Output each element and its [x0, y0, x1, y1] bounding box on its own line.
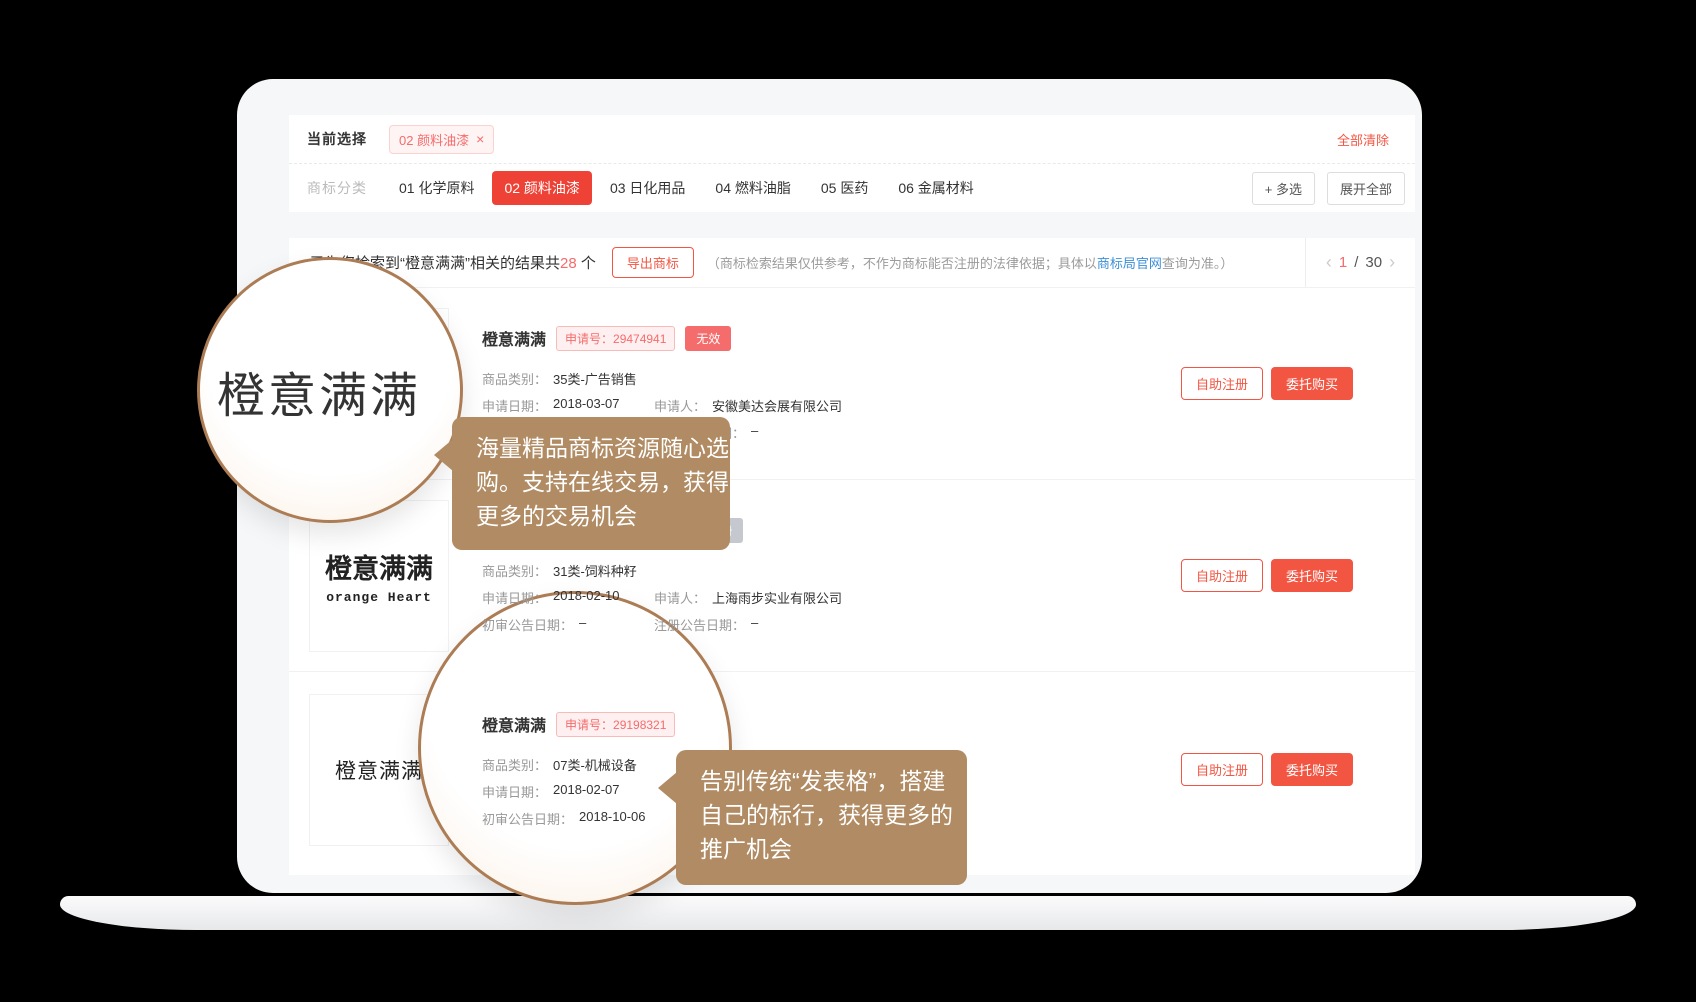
apply-date-value: 2018-03-07 — [553, 396, 620, 415]
applicant-label: 申请人： — [654, 396, 706, 415]
stage: 当前选择 02 颜料油漆 × 全部清除 商标分类 01 化学原料 02 颜料油漆… — [0, 0, 1696, 1002]
application-number-pill: 申请号：29474941 — [556, 326, 675, 351]
results-summary: 已为您检索到“橙意满满”相关的结果共28 个 导出商标 （商标检索结果仅供参考，… — [289, 238, 1305, 287]
category-item-02-active[interactable]: 02 颜料油漆 — [492, 171, 591, 205]
category-label: 商标分类 — [307, 178, 367, 198]
first-notice-label: 初审公告日期： — [482, 809, 573, 828]
tooltip-promotion: 告别传统“发表格”，搭建 自己的标行，获得更多的 推广机会 — [676, 750, 967, 885]
trademark-office-link[interactable]: 商标局官网 — [1097, 256, 1162, 271]
status-badge: 无效 — [685, 326, 731, 351]
reg-notice-value: – — [751, 423, 758, 442]
category-field-value: 07类-机械设备 — [553, 755, 637, 774]
prev-page-icon[interactable]: ‹ — [1326, 252, 1332, 273]
applicant-label: 申请人： — [654, 588, 706, 607]
tooltip-line: 更多的交易机会 — [476, 499, 730, 533]
apply-date-value: 2018-02-10 — [553, 588, 620, 607]
tooltip-marketplace: 海量精品商标资源随心选 购。支持在线交易，获得 更多的交易机会 — [452, 417, 730, 550]
tooltip-line: 推广机会 — [700, 832, 967, 866]
first-notice-value: – — [579, 615, 586, 634]
application-number-pill: 申请号：29198321 — [556, 712, 675, 737]
self-register-button[interactable]: 自助注册 — [1181, 367, 1263, 400]
tooltip-line: 海量精品商标资源随心选 — [476, 431, 730, 465]
category-field-label: 商品类别： — [482, 561, 547, 580]
entrust-buy-button[interactable]: 委托购买 — [1271, 753, 1353, 786]
filter-card: 当前选择 02 颜料油漆 × 全部清除 商标分类 01 化学原料 02 颜料油漆… — [289, 115, 1415, 212]
page-separator: / — [1354, 254, 1358, 271]
current-page: 1 — [1339, 254, 1347, 271]
category-row: 商标分类 01 化学原料 02 颜料油漆 03 日化用品 04 燃料油脂 05 … — [289, 164, 1415, 212]
apply-date-label: 申请日期： — [482, 396, 547, 415]
laptop-base — [60, 896, 1636, 930]
row-actions: 自助注册 委托购买 — [1181, 367, 1353, 400]
entrust-buy-button[interactable]: 委托购买 — [1271, 559, 1353, 592]
category-field-label: 商品类别： — [482, 755, 547, 774]
next-page-icon[interactable]: › — [1389, 252, 1395, 273]
category-item-04[interactable]: 04 燃料油脂 — [703, 171, 802, 205]
trademark-image-text: 橙意满满 — [335, 755, 423, 785]
reg-notice-label: 注册公告日期： — [654, 615, 745, 634]
row-actions: 自助注册 委托购买 — [1181, 559, 1353, 592]
pagination: ‹ 1 / 30 › — [1305, 238, 1415, 287]
category-field-value: 35类-广告销售 — [553, 369, 637, 388]
first-notice-label: 初审公告日期： — [482, 615, 573, 634]
apply-date-label: 申请日期： — [482, 782, 547, 801]
trademark-image-subtext: orange Heart — [326, 590, 432, 605]
selected-filter-tag-label: 02 颜料油漆 — [399, 130, 469, 149]
self-register-button[interactable]: 自助注册 — [1181, 753, 1263, 786]
category-items: 01 化学原料 02 颜料油漆 03 日化用品 04 燃料油脂 05 医药 06… — [387, 171, 986, 205]
trademark-image-text: 橙意满满 — [325, 547, 433, 586]
results-header: 已为您检索到“橙意满满”相关的结果共28 个 导出商标 （商标检索结果仅供参考，… — [289, 238, 1415, 288]
current-selection-row: 当前选择 02 颜料油漆 × 全部清除 — [289, 115, 1415, 163]
multi-select-button[interactable]: + 多选 — [1252, 172, 1315, 205]
export-trademarks-button[interactable]: 导出商标 — [612, 247, 694, 278]
trademark-name[interactable]: 橙意满满 — [482, 712, 546, 736]
category-item-06[interactable]: 06 金属材料 — [886, 171, 985, 205]
tooltip-line: 自己的标行，获得更多的 — [700, 798, 967, 832]
apply-date-value: 2018-02-07 — [553, 782, 620, 801]
current-selection-label: 当前选择 — [307, 129, 367, 149]
category-item-03[interactable]: 03 日化用品 — [598, 171, 697, 205]
category-item-05[interactable]: 05 医药 — [809, 171, 880, 205]
apply-date-label: 申请日期： — [482, 588, 547, 607]
self-register-button[interactable]: 自助注册 — [1181, 559, 1263, 592]
first-notice-value: 2018-10-06 — [579, 809, 646, 828]
magnifier-lens: 橙意满满 — [197, 257, 463, 523]
applicant-value: 上海雨步实业有限公司 — [712, 588, 842, 607]
row-actions: 自助注册 委托购买 — [1181, 753, 1353, 786]
magnified-trademark-text: 橙意满满 — [217, 356, 421, 426]
tooltip-line: 告别传统“发表格”，搭建 — [700, 764, 967, 798]
category-field-label: 商品类别： — [482, 369, 547, 388]
trademark-details: 橙意满满 申请号：29198321 商品类别： 07类-机械设备 申请日期： 201… — [482, 712, 675, 828]
expand-all-button[interactable]: 展开全部 — [1327, 172, 1405, 205]
close-icon[interactable]: × — [476, 132, 484, 146]
reg-notice-value: – — [751, 615, 758, 634]
applicant-value: 安徽美达会展有限公司 — [712, 396, 842, 415]
trademark-name[interactable]: 橙意满满 — [482, 326, 546, 350]
category-item-01[interactable]: 01 化学原料 — [387, 171, 486, 205]
selected-filter-tag[interactable]: 02 颜料油漆 × — [389, 125, 494, 154]
disclaimer-text: （商标检索结果仅供参考，不作为商标能否注册的法律依据；具体以商标局官网查询为准。… — [707, 253, 1234, 272]
entrust-buy-button[interactable]: 委托购买 — [1271, 367, 1353, 400]
total-pages: 30 — [1365, 254, 1382, 271]
tooltip-line: 购。支持在线交易，获得 — [476, 465, 730, 499]
category-field-value: 31类-饲料种籽 — [553, 561, 637, 580]
clear-all-link[interactable]: 全部清除 — [1337, 130, 1389, 149]
results-count: 28 — [560, 255, 577, 272]
